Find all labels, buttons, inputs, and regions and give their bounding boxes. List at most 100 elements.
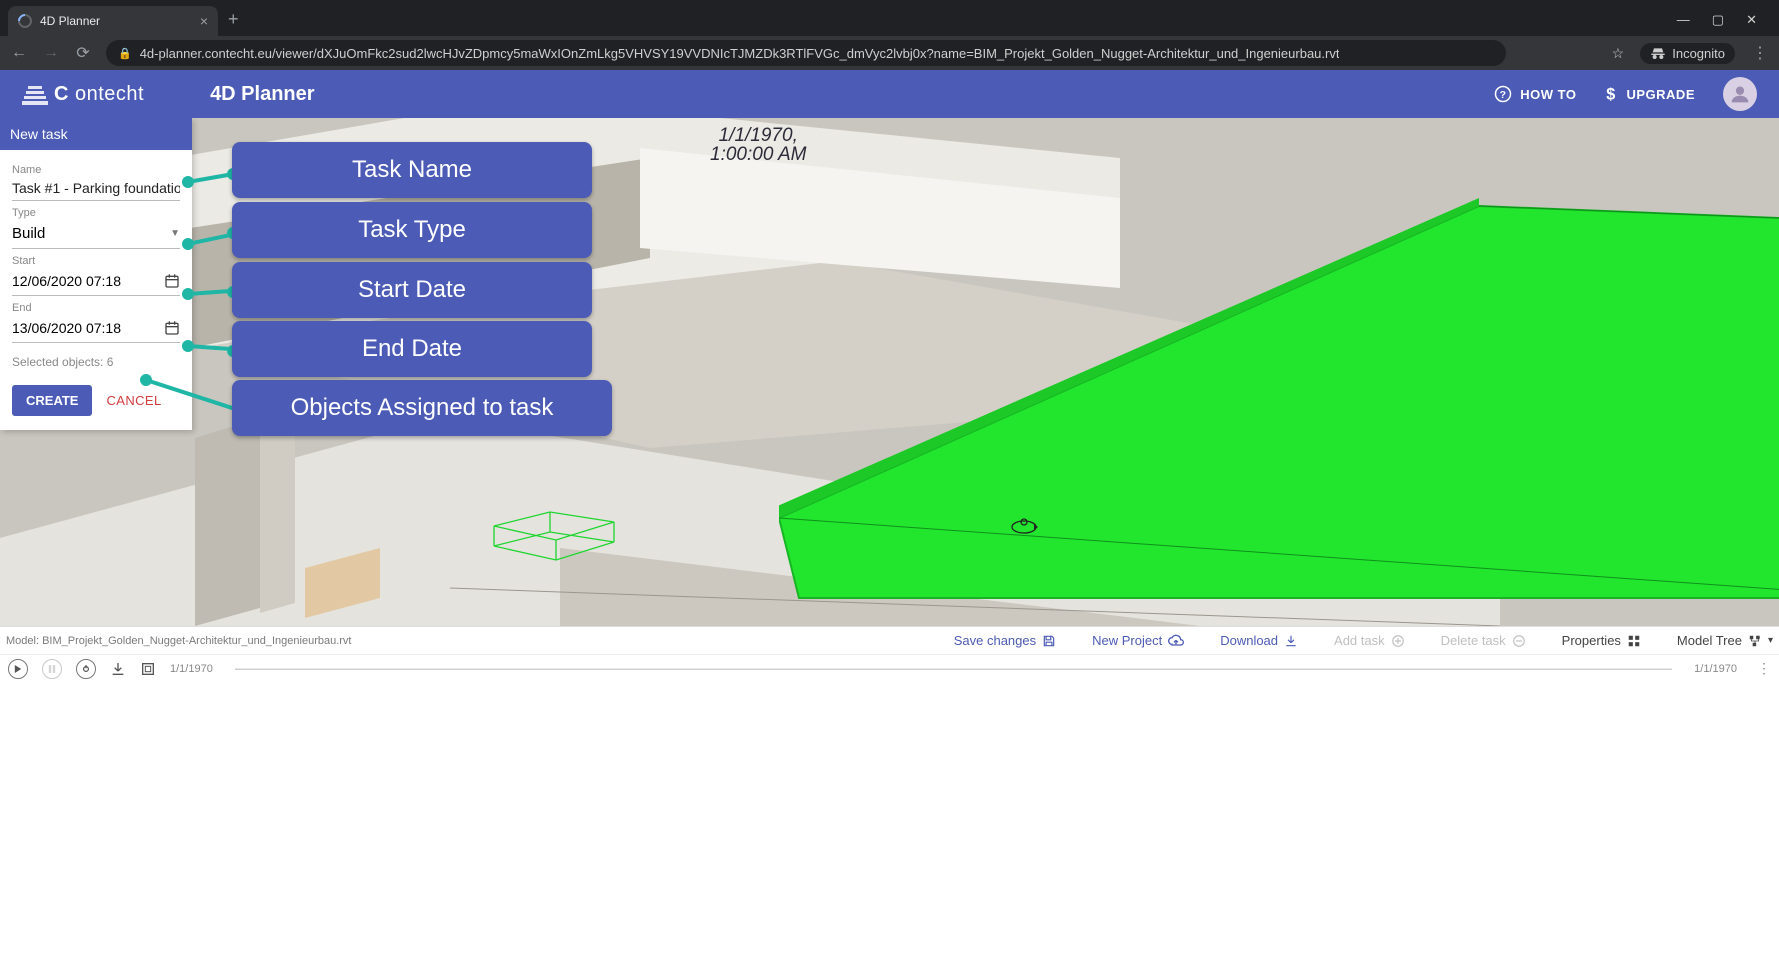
calendar-icon — [164, 273, 180, 289]
browser-tab[interactable]: 4D Planner × — [8, 6, 218, 36]
toolbar: Model: BIM_Projekt_Golden_Nugget-Archite… — [0, 626, 1779, 654]
download-icon — [1284, 634, 1298, 648]
browser-menu-icon[interactable]: ⋮ — [1751, 43, 1769, 63]
play-button[interactable] — [8, 659, 28, 679]
start-date-input[interactable]: 12/06/2020 07:18 — [12, 267, 180, 296]
end-date-value: 13/06/2020 07:18 — [12, 320, 121, 336]
incognito-icon — [1650, 47, 1666, 59]
start-date-value: 12/06/2020 07:18 — [12, 273, 121, 289]
help-icon: ? — [1494, 85, 1512, 103]
brand-logo[interactable]: Contecht — [22, 83, 144, 106]
browser-reload-icon[interactable]: ⟳ — [74, 43, 92, 63]
save-changes-link[interactable]: Save changes — [954, 633, 1056, 648]
panel-title: New task — [0, 118, 192, 150]
calendar-icon — [164, 320, 180, 336]
callout-task-type: Task Type — [232, 202, 592, 258]
add-task-label: Add task — [1334, 633, 1385, 648]
selected-slab — [779, 198, 1779, 618]
tab-close-icon[interactable]: × — [200, 13, 208, 29]
cloud-upload-icon — [1168, 634, 1184, 648]
bookmark-star-icon[interactable]: ☆ — [1612, 45, 1625, 62]
brand-text: ontecht — [75, 83, 144, 106]
browser-back-icon[interactable]: ← — [10, 44, 28, 62]
sim-date: 1/1/1970, — [710, 126, 806, 145]
start-label: Start — [12, 255, 180, 267]
timeline-bar: 1/1/1970 1/1/1970 ⋮ — [0, 654, 1779, 682]
callout-objects: Objects Assigned to task — [232, 380, 612, 436]
timeline-end-date: 1/1/1970 — [1694, 663, 1737, 675]
end-date-input[interactable]: 13/06/2020 07:18 — [12, 314, 180, 343]
tree-icon — [1748, 634, 1762, 648]
avatar-icon — [1730, 84, 1750, 104]
name-label: Name — [12, 164, 180, 176]
task-type-select[interactable]: Build ▼ — [12, 219, 180, 249]
app-header: Contecht 4D Planner ? HOW TO $ UPGRADE — [0, 70, 1779, 118]
plus-circle-icon — [1391, 634, 1405, 648]
howto-label: HOW TO — [1520, 87, 1576, 102]
delete-task-label: Delete task — [1441, 633, 1506, 648]
tab-favicon — [15, 11, 35, 31]
save-changes-label: Save changes — [954, 633, 1036, 648]
svg-text:?: ? — [1500, 89, 1507, 101]
incognito-label: Incognito — [1672, 46, 1725, 61]
task-type-value: Build — [12, 225, 45, 242]
callout-task-name: Task Name — [232, 142, 592, 198]
pause-button[interactable] — [42, 659, 62, 679]
user-avatar[interactable] — [1723, 77, 1757, 111]
tab-title: 4D Planner — [40, 14, 100, 28]
download-label: Download — [1220, 633, 1278, 648]
new-project-label: New Project — [1092, 633, 1162, 648]
browser-tab-strip: 4D Planner × + — ▢ ✕ — [0, 0, 1779, 36]
new-project-link[interactable]: New Project — [1092, 633, 1184, 648]
delete-task-link: Delete task — [1441, 633, 1526, 648]
incognito-badge[interactable]: Incognito — [1640, 43, 1735, 64]
upgrade-label: UPGRADE — [1626, 87, 1695, 102]
brand-logo-icon — [22, 83, 48, 105]
properties-icon — [1627, 634, 1641, 648]
download-link[interactable]: Download — [1220, 633, 1298, 648]
model-name: Model: BIM_Projekt_Golden_Nugget-Archite… — [6, 635, 351, 647]
add-task-link: Add task — [1334, 633, 1405, 648]
address-field[interactable]: 🔒 4d-planner.contecht.eu/viewer/dXJuOmFk… — [106, 40, 1506, 66]
selected-wireframe — [490, 508, 620, 563]
callout-end-date: End Date — [232, 321, 592, 377]
chevron-down-icon: ▼ — [170, 228, 180, 239]
stop-button[interactable] — [76, 659, 96, 679]
create-button[interactable]: CREATE — [12, 385, 92, 416]
timeline-download-icon[interactable] — [110, 661, 126, 677]
lock-icon: 🔒 — [118, 47, 132, 60]
dollar-icon: $ — [1604, 85, 1618, 103]
cancel-button[interactable]: CANCEL — [106, 385, 161, 416]
timeline-track[interactable] — [235, 668, 1672, 670]
task-name-input[interactable] — [12, 176, 180, 201]
model-tree-link[interactable]: Model Tree ▾ — [1677, 633, 1773, 648]
chevron-down-icon: ▾ — [1768, 635, 1773, 646]
svg-text:$: $ — [1607, 85, 1616, 103]
sim-time: 1:00:00 AM — [710, 145, 806, 164]
upgrade-link[interactable]: $ UPGRADE — [1604, 85, 1695, 103]
browser-forward-icon[interactable]: → — [42, 44, 60, 62]
new-tab-button[interactable]: + — [228, 9, 239, 30]
properties-link[interactable]: Properties — [1562, 633, 1641, 648]
viewport-3d[interactable]: 1/1/1970, 1:00:00 AM New task Name Type … — [0, 118, 1779, 626]
selected-objects-count: Selected objects: 6 — [12, 355, 180, 369]
save-icon — [1042, 634, 1056, 648]
window-maximize-icon[interactable]: ▢ — [1712, 12, 1724, 28]
callout-start-date: Start Date — [232, 262, 592, 318]
url-text: 4d-planner.contecht.eu/viewer/dXJuOmFkc2… — [140, 46, 1340, 61]
timeline-start-date: 1/1/1970 — [170, 663, 213, 675]
sim-timestamp: 1/1/1970, 1:00:00 AM — [710, 126, 806, 164]
timeline-fit-icon[interactable] — [140, 661, 156, 677]
browser-address-bar: ← → ⟳ 🔒 4d-planner.contecht.eu/viewer/dX… — [0, 36, 1779, 70]
window-controls: — ▢ ✕ — [1677, 12, 1771, 36]
end-label: End — [12, 302, 180, 314]
window-minimize-icon[interactable]: — — [1677, 12, 1690, 28]
minus-circle-icon — [1512, 634, 1526, 648]
orbit-cursor-icon — [1010, 513, 1038, 535]
timeline-menu-icon[interactable]: ⋮ — [1757, 660, 1771, 677]
app-title: 4D Planner — [210, 83, 314, 106]
window-close-icon[interactable]: ✕ — [1746, 12, 1757, 28]
properties-label: Properties — [1562, 633, 1621, 648]
type-label: Type — [12, 207, 180, 219]
howto-link[interactable]: ? HOW TO — [1494, 85, 1576, 103]
